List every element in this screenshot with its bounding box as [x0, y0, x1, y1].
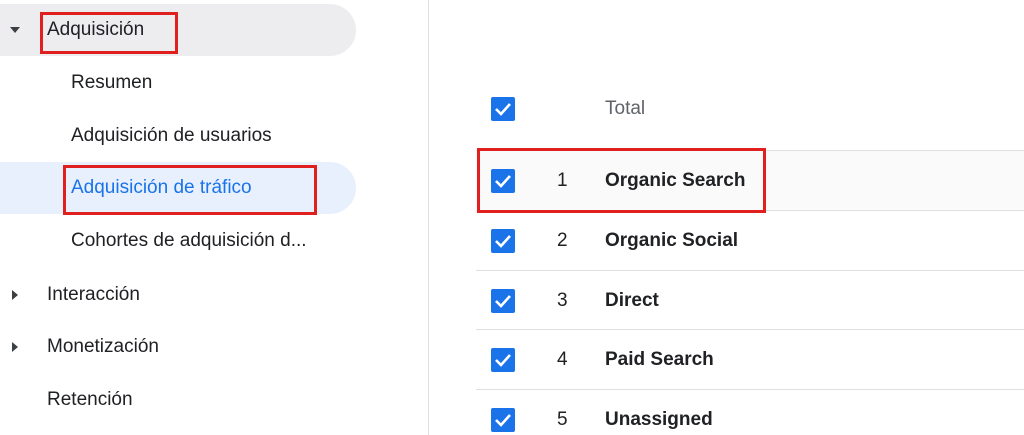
sidebar-section-label: Interacción — [47, 284, 140, 305]
sidebar-item-label: Adquisición de tráfico — [71, 177, 252, 198]
sidebar-item-adquisicion-trafico[interactable]: Adquisición de tráfico — [0, 162, 356, 214]
table-row[interactable]: 1 Organic Search — [476, 150, 1024, 210]
check-icon — [495, 174, 511, 188]
row-index: 3 — [557, 289, 568, 311]
select-all-checkbox[interactable] — [491, 96, 515, 121]
sidebar-nav: Adquisición Resumen Adquisición de usuar… — [0, 0, 429, 435]
table-row[interactable]: 4 Paid Search — [476, 329, 1024, 389]
sidebar-item-label: Adquisición de usuarios — [71, 125, 272, 146]
sidebar-item-resumen[interactable]: Resumen — [0, 57, 356, 109]
caret-right-icon — [12, 290, 18, 300]
check-icon — [495, 234, 511, 248]
sidebar-item-cohortes-adquisicion[interactable]: Cohortes de adquisición d... — [0, 215, 356, 267]
sidebar-section-monetizacion[interactable]: Monetización — [0, 321, 356, 373]
check-icon — [495, 353, 511, 367]
check-icon — [495, 102, 511, 116]
sidebar-section-label: Retención — [47, 389, 133, 410]
row-index: 1 — [557, 169, 568, 191]
row-source: Paid Search — [605, 348, 714, 370]
analytics-page: Adquisición Resumen Adquisición de usuar… — [0, 0, 1024, 435]
sidebar-item-label: Resumen — [71, 72, 153, 93]
row-index: 2 — [557, 229, 568, 251]
row-source: Organic Search — [605, 169, 746, 191]
sidebar-item-label: Cohortes de adquisición d... — [71, 230, 307, 251]
caret-down-icon — [10, 27, 20, 33]
row-index: 4 — [557, 348, 568, 370]
row-source: Unassigned — [605, 408, 713, 430]
row-source: Organic Social — [605, 229, 739, 251]
sidebar-section-adquisicion[interactable]: Adquisición — [0, 4, 356, 56]
row-checkbox[interactable] — [491, 288, 515, 313]
sidebar-item-adquisicion-usuarios[interactable]: Adquisición de usuarios — [0, 110, 356, 162]
row-checkbox[interactable] — [491, 228, 515, 253]
row-source: Direct — [605, 289, 659, 311]
row-checkbox[interactable] — [491, 407, 515, 432]
table-row[interactable]: 5 Unassigned — [476, 389, 1024, 435]
sidebar-section-retencion[interactable]: Retención — [0, 374, 356, 426]
table-row[interactable]: 2 Organic Social — [476, 210, 1024, 270]
row-index: 5 — [557, 408, 568, 430]
row-checkbox[interactable] — [491, 347, 515, 372]
row-checkbox[interactable] — [491, 168, 515, 193]
caret-right-icon — [12, 342, 18, 352]
sidebar-section-interaccion[interactable]: Interacción — [0, 269, 356, 321]
sidebar-section-label: Adquisición — [47, 19, 145, 40]
total-label: Total — [605, 97, 646, 119]
check-icon — [495, 294, 511, 308]
sidebar-section-label: Monetización — [47, 336, 159, 357]
check-icon — [495, 413, 511, 427]
table-row[interactable]: 3 Direct — [476, 270, 1024, 330]
channel-table: Total 1 Organic Search 2 Organic Social — [429, 0, 1024, 435]
table-header-row: Total — [476, 79, 1024, 138]
